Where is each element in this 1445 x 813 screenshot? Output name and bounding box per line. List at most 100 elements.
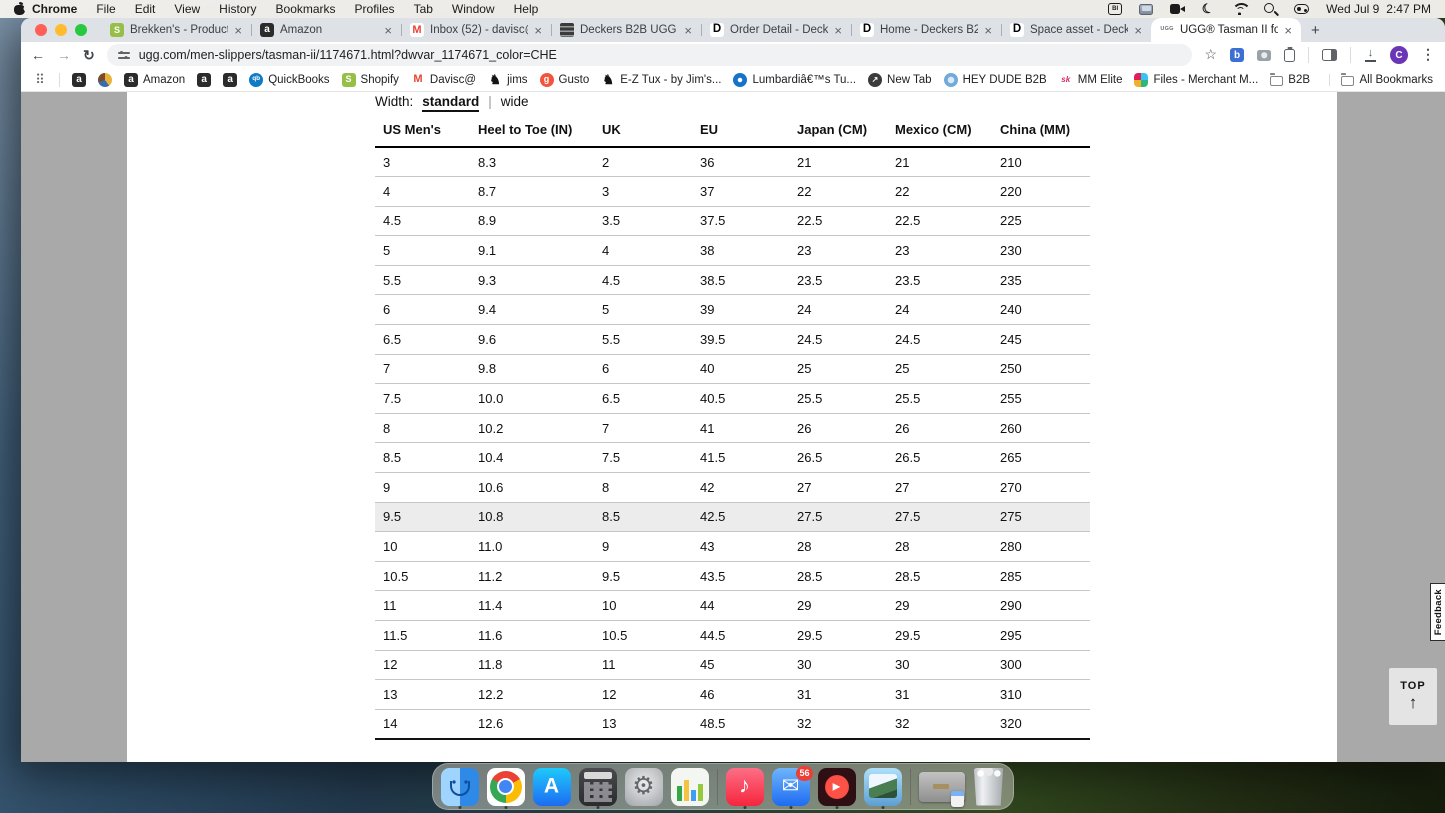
tab-close-icon[interactable]: × bbox=[1284, 23, 1292, 38]
apple-menu-icon[interactable] bbox=[14, 2, 26, 16]
fullscreen-window-button[interactable] bbox=[75, 24, 87, 36]
tab-close-icon[interactable]: × bbox=[234, 23, 242, 38]
dock-trash[interactable] bbox=[973, 768, 1005, 806]
b-extension-icon[interactable] bbox=[1230, 48, 1244, 62]
forward-icon[interactable] bbox=[57, 48, 71, 62]
menu-clock[interactable]: Wed Jul 9 2:47 PM bbox=[1326, 2, 1431, 16]
clipboard-extension-icon[interactable] bbox=[1284, 49, 1295, 62]
bookmark-item[interactable]: ↗New Tab bbox=[868, 73, 932, 87]
menu-item-bookmarks[interactable]: Bookmarks bbox=[276, 2, 336, 16]
tab-close-icon[interactable]: × bbox=[384, 23, 392, 38]
width-options: standard|wide bbox=[422, 94, 528, 112]
profile-avatar[interactable]: C bbox=[1390, 46, 1408, 64]
downloads-icon[interactable] bbox=[1364, 49, 1377, 62]
browser-tab[interactable]: UGGUGG® Tasman II for Men | UG× bbox=[1151, 18, 1301, 42]
tab-close-icon[interactable]: × bbox=[834, 23, 842, 38]
bookmark-item[interactable]: MDavisc@ bbox=[411, 73, 476, 87]
dock-calculator[interactable] bbox=[579, 768, 617, 806]
display-icon[interactable] bbox=[1139, 4, 1153, 15]
dock-minimized-window[interactable] bbox=[919, 772, 965, 802]
width-option-standard[interactable]: standard bbox=[422, 94, 479, 112]
dock-finder[interactable] bbox=[441, 768, 479, 806]
folder-favicon bbox=[1270, 76, 1283, 86]
video-camera-icon[interactable] bbox=[1170, 4, 1185, 14]
dock-system-settings[interactable] bbox=[625, 768, 663, 806]
tab-close-icon[interactable]: × bbox=[684, 23, 692, 38]
reload-icon[interactable] bbox=[83, 48, 95, 62]
size-cell: 290 bbox=[992, 591, 1090, 621]
dock-music[interactable] bbox=[726, 768, 764, 806]
bookmark-item[interactable]: B2B bbox=[1270, 74, 1310, 86]
menu-item-view[interactable]: View bbox=[174, 2, 200, 16]
side-panel-icon[interactable] bbox=[1322, 49, 1337, 61]
menu-item-window[interactable]: Window bbox=[452, 2, 495, 16]
bookmark-item[interactable] bbox=[98, 73, 112, 87]
gusto-favicon: g bbox=[540, 73, 554, 87]
bookmark-item[interactable]: skMM Elite bbox=[1059, 73, 1123, 87]
size-row: 5.59.34.538.523.523.5235 bbox=[375, 265, 1090, 295]
browser-tab[interactable]: SBrekken's - Products - UGG®× bbox=[101, 18, 251, 42]
dock-chrome[interactable] bbox=[487, 768, 525, 806]
bookmark-item[interactable]: HEY DUDE B2B bbox=[944, 73, 1047, 87]
close-window-button[interactable] bbox=[35, 24, 47, 36]
size-cell: 5.5 bbox=[375, 265, 470, 295]
width-option-wide[interactable]: wide bbox=[501, 94, 529, 109]
bookmark-item[interactable]: Files - Merchant M... bbox=[1134, 73, 1258, 87]
all-bookmarks[interactable]: All Bookmarks bbox=[1329, 74, 1434, 86]
dock-numbers[interactable] bbox=[671, 768, 709, 806]
status-icons bbox=[1108, 3, 1309, 16]
menu-kebab-icon[interactable] bbox=[1421, 46, 1435, 64]
dock-app-store[interactable] bbox=[533, 768, 571, 806]
bookmark-item[interactable]: gGusto bbox=[540, 73, 590, 87]
browser-tab[interactable]: aAmazon× bbox=[251, 18, 401, 42]
browser-tab[interactable]: DHome - Deckers B2B Order C× bbox=[851, 18, 1001, 42]
wifi-icon[interactable] bbox=[1232, 3, 1247, 15]
menu-date: Wed Jul 9 bbox=[1326, 2, 1379, 16]
control-center-icon[interactable] bbox=[1294, 4, 1309, 14]
back-to-top-button[interactable]: TOP bbox=[1389, 668, 1437, 725]
search-icon[interactable] bbox=[1264, 3, 1277, 16]
browser-tab[interactable]: DSpace asset - Deckers Asset× bbox=[1001, 18, 1151, 42]
browser-tab[interactable]: DOrder Detail - Deckers B2B O× bbox=[701, 18, 851, 42]
browser-tab[interactable]: Deckers B2B UGG US Portal× bbox=[551, 18, 701, 42]
minimize-window-button[interactable] bbox=[55, 24, 67, 36]
bookmark-item[interactable]: a bbox=[72, 73, 86, 87]
apps-grid-icon[interactable] bbox=[33, 73, 47, 87]
address-bar[interactable]: ugg.com/men-slippers/tasman-ii/1174671.h… bbox=[107, 44, 1193, 66]
feedback-tab[interactable]: Feedback bbox=[1430, 583, 1445, 641]
bi-app-icon[interactable] bbox=[1108, 3, 1122, 15]
site-settings-icon[interactable] bbox=[118, 50, 130, 61]
bookmark-item[interactable]: aAmazon bbox=[124, 73, 185, 87]
dock-screen-recorder[interactable] bbox=[818, 768, 856, 806]
bookmark-item[interactable]: ♞E-Z Tux - by Jim's... bbox=[601, 73, 721, 87]
dock-preview[interactable] bbox=[864, 768, 902, 806]
size-row: 1111.410442929290 bbox=[375, 591, 1090, 621]
size-cell: 230 bbox=[992, 236, 1090, 266]
size-cell: 38 bbox=[692, 236, 789, 266]
menu-item-tab[interactable]: Tab bbox=[414, 2, 433, 16]
bookmark-item[interactable]: ♞jims bbox=[488, 73, 527, 87]
tab-close-icon[interactable]: × bbox=[984, 23, 992, 38]
new-tab-button[interactable]: + bbox=[1311, 23, 1320, 38]
back-icon[interactable] bbox=[31, 48, 45, 62]
bookmark-item[interactable]: a bbox=[223, 73, 237, 87]
tab-close-icon[interactable]: × bbox=[1134, 23, 1142, 38]
moon-icon[interactable] bbox=[1202, 3, 1215, 16]
bookmark-item[interactable]: qbQuickBooks bbox=[249, 73, 329, 87]
menu-item-edit[interactable]: Edit bbox=[135, 2, 156, 16]
menu-item-chrome[interactable]: Chrome bbox=[32, 2, 77, 16]
bookmark-item[interactable]: a bbox=[197, 73, 211, 87]
menu-item-file[interactable]: File bbox=[96, 2, 115, 16]
bookmark-item[interactable]: Lumbardiâ€™s Tu... bbox=[733, 73, 856, 87]
camera-extension-icon[interactable] bbox=[1257, 50, 1271, 61]
menu-item-profiles[interactable]: Profiles bbox=[355, 2, 395, 16]
size-row: 38.32362121210 bbox=[375, 147, 1090, 177]
size-cell: 9.1 bbox=[470, 236, 594, 266]
browser-tab[interactable]: MInbox (52) - davisc@brekken× bbox=[401, 18, 551, 42]
bookmark-star-icon[interactable] bbox=[1204, 46, 1217, 64]
dock-mail[interactable]: 56 bbox=[772, 768, 810, 806]
menu-item-help[interactable]: Help bbox=[514, 2, 539, 16]
menu-item-history[interactable]: History bbox=[219, 2, 256, 16]
bookmark-item[interactable]: SShopify bbox=[342, 73, 399, 87]
tab-close-icon[interactable]: × bbox=[534, 23, 542, 38]
